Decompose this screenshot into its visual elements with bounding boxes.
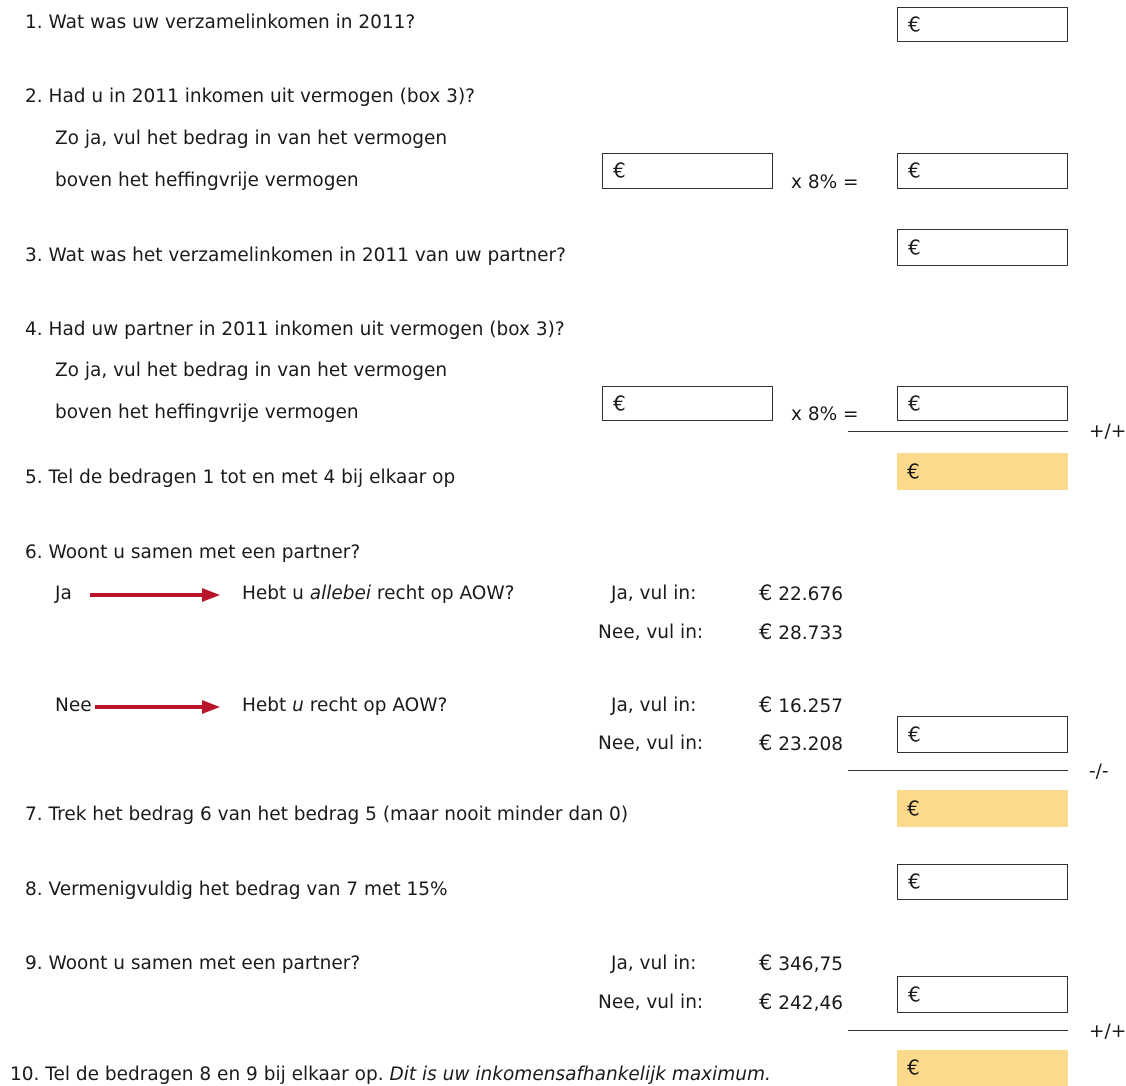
amount-value: 22.676 — [778, 584, 843, 605]
q6-nee-no-amount: € 23.208 — [759, 733, 843, 755]
euro-icon: € — [908, 158, 921, 183]
euro-icon: € — [908, 982, 921, 1007]
q8-label: 8. Vermenigvuldig het bedrag van 7 met 1… — [25, 879, 448, 900]
q2-multiplier: x 8% = — [791, 172, 859, 193]
euro-icon: € — [908, 722, 921, 747]
q1-amount-field[interactable]: € — [897, 7, 1068, 42]
euro-icon: € — [759, 620, 773, 644]
euro-icon: € — [907, 796, 920, 821]
amount-value: 346,75 — [778, 954, 843, 975]
q6-ja-question: Hebt u allebei recht op AOW? — [242, 583, 515, 604]
q6-ja-yes-amount: € 22.676 — [759, 583, 843, 605]
euro-icon: € — [759, 581, 773, 605]
euro-icon: € — [908, 12, 921, 37]
plus-operator: +/+ — [1089, 421, 1126, 442]
q2-label-line3: boven het heffingvrije vermogen — [55, 170, 359, 191]
q6-label: 6. Woont u samen met een partner? — [25, 542, 361, 563]
q6-nee-no-label: Nee, vul in: — [598, 733, 704, 754]
q2-wealth-field[interactable]: € — [602, 153, 773, 189]
subtotal-rule — [848, 431, 1068, 432]
amount-value: 23.208 — [778, 734, 843, 755]
q9-amount-field[interactable]: € — [897, 976, 1068, 1013]
q3-label: 3. Wat was het verzamelinkomen in 2011 v… — [25, 245, 566, 266]
subtract-rule — [848, 770, 1068, 771]
euro-icon: € — [759, 990, 773, 1014]
q7-label: 7. Trek het bedrag 6 van het bedrag 5 (m… — [25, 804, 629, 825]
euro-icon: € — [759, 951, 773, 975]
euro-icon: € — [908, 235, 921, 260]
q9-no-label: Nee, vul in: — [598, 992, 704, 1013]
q9-amount-input[interactable] — [930, 981, 1061, 1008]
total-rule — [848, 1030, 1068, 1031]
q4-label-line3: boven het heffingvrije vermogen — [55, 402, 359, 423]
arrow-right-icon — [90, 588, 220, 602]
q6-nee-question-start: Hebt — [242, 695, 293, 716]
q2-label-line1: 2. Had u in 2011 inkomen uit vermogen (b… — [25, 86, 475, 107]
q6-ja-no-label: Nee, vul in: — [598, 622, 704, 643]
q2-wealth-input[interactable] — [635, 158, 766, 184]
euro-icon: € — [613, 391, 626, 416]
q2-label-line2: Zo ja, vul het bedrag in van het vermoge… — [55, 128, 448, 149]
q5-label: 5. Tel de bedragen 1 tot en met 4 bij el… — [25, 467, 456, 488]
q6-amount-input[interactable] — [930, 721, 1061, 748]
q9-no-amount: € 242,46 — [759, 992, 843, 1014]
q6-nee-question: Hebt u recht op AOW? — [242, 695, 448, 716]
q10-emphasis: Dit is uw inkomensafhankelijk maximum. — [389, 1064, 771, 1085]
q6-amount-field[interactable]: € — [897, 716, 1068, 753]
q9-label: 9. Woont u samen met een partner? — [25, 953, 361, 974]
q1-amount-input[interactable] — [930, 12, 1061, 37]
plus-operator: +/+ — [1089, 1021, 1126, 1042]
q4-label-line1: 4. Had uw partner in 2011 inkomen uit ve… — [25, 319, 565, 340]
q4-multiplier: x 8% = — [791, 404, 859, 425]
q6-ja-question-start: Hebt u — [242, 583, 310, 604]
euro-icon: € — [907, 1055, 920, 1080]
q4-wealth-field[interactable]: € — [602, 386, 773, 421]
euro-icon: € — [613, 158, 626, 183]
euro-icon: € — [759, 731, 773, 755]
q3-amount-input[interactable] — [930, 234, 1061, 261]
q6-ja-question-end: recht op AOW? — [371, 583, 515, 604]
q4-label-line2: Zo ja, vul het bedrag in van het vermoge… — [55, 360, 448, 381]
amount-value: 28.733 — [778, 623, 843, 644]
q5-total-field[interactable]: € — [897, 453, 1068, 490]
q6-ja-label: Ja — [55, 583, 72, 604]
q6-nee-question-emphasis: u — [292, 695, 304, 716]
q3-amount-field[interactable]: € — [897, 229, 1068, 266]
q2-result-input[interactable] — [930, 158, 1061, 184]
euro-icon: € — [908, 869, 921, 894]
q9-yes-label: Ja, vul in: — [611, 953, 697, 974]
euro-icon: € — [908, 391, 921, 416]
q10-text: 10. Tel de bedragen 8 en 9 bij elkaar op… — [10, 1064, 390, 1085]
minus-operator: -/- — [1089, 761, 1109, 782]
q6-ja-no-amount: € 28.733 — [759, 622, 843, 644]
q6-nee-yes-amount: € 16.257 — [759, 695, 843, 717]
q4-wealth-input[interactable] — [635, 391, 766, 416]
amount-value: 16.257 — [778, 696, 843, 717]
q10-total-field[interactable]: € — [897, 1050, 1068, 1086]
euro-icon: € — [907, 459, 920, 484]
q5-total-input[interactable] — [929, 457, 1062, 486]
q8-amount-input[interactable] — [930, 869, 1061, 895]
q8-amount-field[interactable]: € — [897, 864, 1068, 900]
q9-yes-amount: € 346,75 — [759, 953, 843, 975]
q6-ja-yes-label: Ja, vul in: — [611, 583, 697, 604]
q1-label: 1. Wat was uw verzamelinkomen in 2011? — [25, 12, 416, 33]
q6-nee-label: Nee — [55, 695, 92, 716]
arrow-right-icon — [95, 700, 220, 714]
euro-icon: € — [759, 693, 773, 717]
q6-ja-question-emphasis: allebei — [309, 583, 372, 604]
q6-nee-question-end: recht op AOW? — [303, 695, 448, 716]
amount-value: 242,46 — [778, 993, 843, 1014]
q2-result-field[interactable]: € — [897, 153, 1068, 189]
q4-result-input[interactable] — [930, 391, 1061, 416]
q7-total-field[interactable]: € — [897, 790, 1068, 827]
q7-total-input[interactable] — [929, 794, 1062, 823]
q6-nee-yes-label: Ja, vul in: — [611, 695, 697, 716]
q10-label: 10. Tel de bedragen 8 en 9 bij elkaar op… — [10, 1064, 771, 1085]
q10-total-input[interactable] — [929, 1054, 1062, 1082]
q4-result-field[interactable]: € — [897, 386, 1068, 421]
